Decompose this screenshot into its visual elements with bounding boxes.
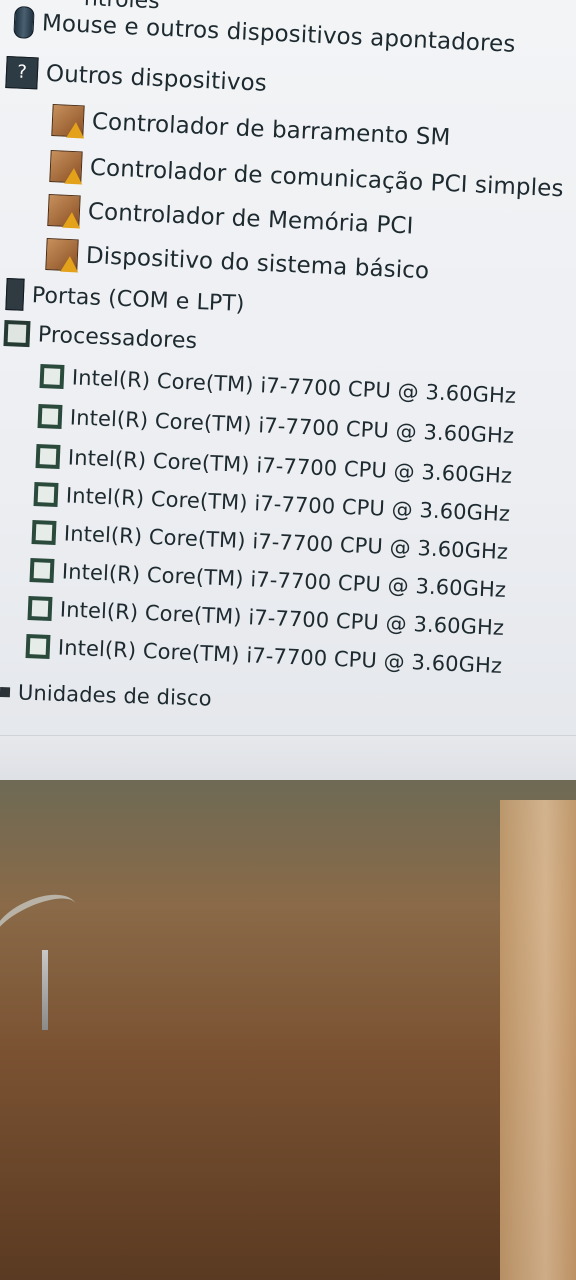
tree-item-label: Controlador de barramento SM	[91, 108, 451, 152]
processor-icon	[25, 634, 51, 659]
port-icon	[5, 278, 25, 311]
tree-item-cpu[interactable]: Intel(R) Core(TM) i7-7700 CPU @ 3.60GHz	[29, 558, 507, 602]
tree-item-cpu[interactable]: Intel(R) Core(TM) i7-7700 CPU @ 3.60GHz	[31, 520, 509, 564]
tree-item-label: Intel(R) Core(TM) i7-7700 CPU @ 3.60GHz	[71, 365, 517, 408]
tree-item-label: Intel(R) Core(TM) i7-7700 CPU @ 3.60GHz	[67, 445, 513, 488]
tree-item-label: Unidades de disco	[17, 680, 212, 711]
unknown-device-icon: ?	[5, 56, 39, 90]
tree-item-label: Portas (COM e LPT)	[31, 282, 245, 317]
wallpaper-cliff	[500, 800, 576, 1280]
tree-item-cpu[interactable]: Intel(R) Core(TM) i7-7700 CPU @ 3.60GHz	[37, 404, 515, 448]
tree-item-processors[interactable]: Processadores	[3, 320, 198, 354]
tree-item-label: Mouse e outros dispositivos apontadores	[41, 10, 516, 58]
tree-item-cpu[interactable]: Intel(R) Core(TM) i7-7700 CPU @ 3.60GHz	[35, 444, 513, 488]
tree-item-label: Intel(R) Core(TM) i7-7700 CPU @ 3.60GHz	[61, 559, 507, 602]
tree-item-base-system-device[interactable]: Dispositivo do sistema básico	[45, 238, 430, 287]
device-manager-window: ntroles Mouse e outros dispositivos apon…	[0, 0, 576, 800]
tree-item-cpu[interactable]: Intel(R) Core(TM) i7-7700 CPU @ 3.60GHz	[33, 482, 511, 526]
processor-icon	[31, 520, 57, 545]
tree-item-pci-memory-controller[interactable]: Controlador de Memória PCI	[47, 194, 414, 243]
tree-item-cpu[interactable]: Intel(R) Core(TM) i7-7700 CPU @ 3.60GHz	[39, 364, 517, 408]
warning-device-icon	[49, 150, 83, 184]
warning-device-icon	[51, 104, 85, 138]
tree-item-label: Intel(R) Core(TM) i7-7700 CPU @ 3.60GHz	[63, 521, 509, 564]
tree-item-mouse[interactable]: Mouse e outros dispositivos apontadores	[13, 6, 516, 61]
wallpaper-tower	[42, 950, 48, 1030]
tree-item-cpu[interactable]: Intel(R) Core(TM) i7-7700 CPU @ 3.60GHz	[27, 596, 505, 640]
processor-icon	[39, 364, 65, 389]
processor-icon	[27, 596, 53, 621]
tree-item-label: Intel(R) Core(TM) i7-7700 CPU @ 3.60GHz	[69, 405, 515, 448]
tree-item-label: Intel(R) Core(TM) i7-7700 CPU @ 3.60GHz	[65, 483, 511, 526]
processor-icon	[29, 558, 55, 583]
tree-item-label: Outros dispositivos	[45, 60, 268, 97]
tree-item-label: Processadores	[37, 321, 198, 354]
warning-device-icon	[47, 194, 81, 228]
tree-item-label: Dispositivo do sistema básico	[85, 242, 430, 285]
processor-icon	[35, 444, 61, 469]
tree-item-sm-bus-controller[interactable]: Controlador de barramento SM	[51, 104, 451, 154]
tree-item-label: Intel(R) Core(TM) i7-7700 CPU @ 3.60GHz	[57, 635, 503, 678]
tree-item-disk-drives[interactable]: Unidades de disco	[0, 680, 212, 711]
tree-item-label: Controlador de Memória PCI	[87, 198, 414, 240]
disk-drive-icon	[0, 687, 11, 698]
tree-item-label: Controlador de comunicação PCI simples	[89, 154, 565, 203]
processor-icon	[37, 404, 63, 429]
warning-device-icon	[45, 238, 79, 272]
mouse-icon	[13, 6, 35, 39]
tree-item-ports[interactable]: Portas (COM e LPT)	[5, 278, 245, 320]
device-tree[interactable]: Mouse e outros dispositivos apontadores …	[0, 0, 576, 735]
desktop-wallpaper	[0, 780, 576, 1280]
tree-item-other-devices[interactable]: ? Outros dispositivos	[5, 56, 267, 100]
processor-icon	[3, 320, 31, 348]
tree-item-cpu[interactable]: Intel(R) Core(TM) i7-7700 CPU @ 3.60GHz	[25, 634, 503, 678]
processor-icon	[33, 482, 59, 507]
tree-item-label: Intel(R) Core(TM) i7-7700 CPU @ 3.60GHz	[59, 597, 505, 640]
